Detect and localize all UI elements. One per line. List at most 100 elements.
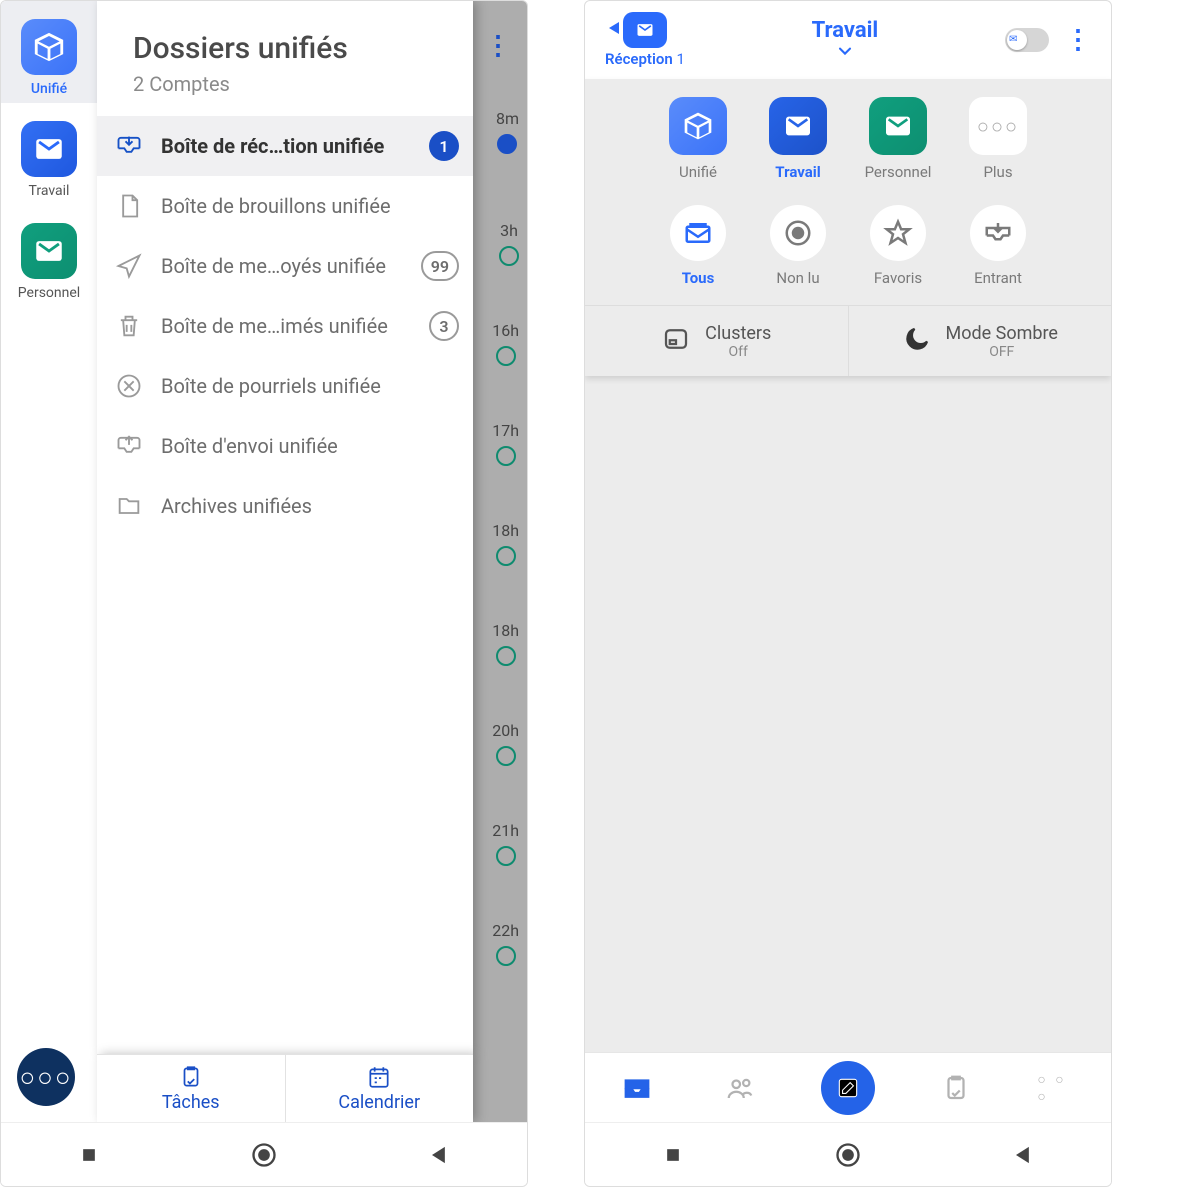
overflow-icon[interactable]: ⋮ <box>485 31 511 61</box>
account-label: Personnel <box>18 285 80 301</box>
drawer: Dossiers unifiés 2 Comptes Boîte de réc…… <box>97 1 473 1054</box>
folder-badge: 3 <box>429 311 459 341</box>
android-nav <box>1 1122 527 1186</box>
drawer-bottom-tabs: Tâches Calendrier <box>97 1054 473 1122</box>
filter-label: Tous <box>659 269 737 287</box>
folder-outbox[interactable]: Boîte d'envoi unifiée <box>97 416 473 476</box>
filter-unread[interactable]: Non lu <box>759 205 837 287</box>
folder-label: Boîte de brouillons unifiée <box>161 194 459 218</box>
folder-spam[interactable]: Boîte de pourriels unifiée <box>97 356 473 416</box>
nav-tasks[interactable] <box>934 1066 978 1110</box>
tasks-tab[interactable]: Tâches <box>97 1055 286 1122</box>
folder-label: Boîte de pourriels unifiée <box>161 374 459 398</box>
moon-icon <box>902 324 932 358</box>
account-tile-plus[interactable]: ○○○ Plus <box>959 97 1037 181</box>
nav-more[interactable]: ○ ○ ○ <box>1037 1066 1081 1110</box>
envelope-icon: ✉ <box>1009 34 1017 45</box>
filter-all[interactable]: Tous <box>659 205 737 287</box>
account-tile-unified[interactable]: Unifié <box>659 97 737 181</box>
folder-badge: 1 <box>429 131 459 161</box>
outbox-icon <box>115 432 143 460</box>
tile-label: Personnel <box>859 163 937 181</box>
filter-label: Non lu <box>759 269 837 287</box>
account-panel: Unifié Travail Personnel ○○○ Plus Tous <box>585 79 1111 376</box>
folder-sent[interactable]: Boîte de me…oyés unifiée 99 <box>97 236 473 296</box>
account-personnel[interactable]: Personnel <box>1 205 97 307</box>
account-tile-travail[interactable]: Travail <box>759 97 837 181</box>
page-title: Travail <box>697 18 993 43</box>
account-travail[interactable]: Travail <box>1 103 97 205</box>
unified-box-icon <box>21 19 77 75</box>
tasks-label: Tâches <box>162 1092 220 1113</box>
trash-icon <box>115 312 143 340</box>
clusters-icon <box>661 324 691 358</box>
filter-label: Entrant <box>959 269 1037 287</box>
filter-favorites[interactable]: Favoris <box>859 205 937 287</box>
notification-toggle[interactable]: ✉ <box>1005 28 1049 52</box>
inbox-icon <box>115 132 143 160</box>
brand-button[interactable]: Réception 1 <box>605 12 685 68</box>
clusters-toggle[interactable]: Clusters Off <box>585 306 849 376</box>
toggle-title: Clusters <box>705 323 771 344</box>
unread-icon <box>770 205 826 261</box>
account-strip: Unifié Travail Personnel <box>1 1 97 1186</box>
chevron-down-icon <box>835 46 855 58</box>
top-bar: Réception 1 Travail ✉ ⋮ <box>585 1 1111 79</box>
nav-back[interactable] <box>425 1141 453 1169</box>
fab-more-button[interactable]: ○○○ <box>17 1048 75 1106</box>
drawer-title: Dossiers unifiés <box>133 31 445 66</box>
left-screenshot: Unifié Travail Personnel Dossiers unifié… <box>0 0 528 1187</box>
folder-label: Boîte d'envoi unifiée <box>161 434 459 458</box>
nav-contacts[interactable] <box>718 1066 762 1110</box>
toggle-state: Off <box>705 344 771 360</box>
nav-home[interactable] <box>250 1141 278 1169</box>
brand-icon <box>623 12 667 48</box>
overflow-icon[interactable]: ⋮ <box>1065 25 1091 55</box>
dimmed-background[interactable]: ⋮ 8m 3h 16h 17h 18h 18h 20h 21h 22h <box>473 1 528 1122</box>
folder-icon <box>115 492 143 520</box>
account-label: Travail <box>29 183 70 199</box>
all-mail-icon <box>670 205 726 261</box>
toggle-title: Mode Sombre <box>946 323 1058 344</box>
nav-recent[interactable] <box>75 1141 103 1169</box>
m-icon <box>21 121 77 177</box>
nav-back[interactable] <box>1009 1141 1037 1169</box>
m-icon <box>21 223 77 279</box>
compose-button[interactable] <box>821 1061 875 1115</box>
nav-home[interactable] <box>834 1141 862 1169</box>
account-tile-personnel[interactable]: Personnel <box>859 97 937 181</box>
calendar-label: Calendrier <box>338 1092 420 1113</box>
android-nav <box>585 1122 1111 1186</box>
dark-mode-toggle[interactable]: Mode Sombre OFF <box>849 306 1112 376</box>
filter-label: Favoris <box>859 269 937 287</box>
account-unified[interactable]: Unifié <box>1 1 97 103</box>
folder-label: Boîte de réc…tion unifiée <box>161 134 411 158</box>
bottom-nav: ○ ○ ○ <box>585 1052 1111 1122</box>
folder-inbox[interactable]: Boîte de réc…tion unifiée 1 <box>97 116 473 176</box>
folder-badge: 99 <box>421 251 459 281</box>
folder-trash[interactable]: Boîte de me…imés unifiée 3 <box>97 296 473 356</box>
spam-icon <box>115 372 143 400</box>
m-icon <box>769 97 827 155</box>
calendar-tab[interactable]: Calendrier <box>286 1055 474 1122</box>
incoming-icon <box>970 205 1026 261</box>
account-label: Unifié <box>31 81 67 97</box>
m-icon <box>869 97 927 155</box>
more-icon: ○○○ <box>969 97 1027 155</box>
content-area <box>585 376 1111 1052</box>
drawer-subtitle: 2 Comptes <box>133 72 445 96</box>
nav-inbox[interactable] <box>615 1066 659 1110</box>
unified-box-icon <box>669 97 727 155</box>
nav-recent[interactable] <box>659 1141 687 1169</box>
star-icon <box>870 205 926 261</box>
tile-label: Unifié <box>659 163 737 181</box>
title-dropdown[interactable]: Travail <box>697 18 993 62</box>
folder-label: Boîte de me…imés unifiée <box>161 314 411 338</box>
filter-incoming[interactable]: Entrant <box>959 205 1037 287</box>
draft-icon <box>115 192 143 220</box>
sent-icon <box>115 252 143 280</box>
folder-archives[interactable]: Archives unifiées <box>97 476 473 536</box>
folder-drafts[interactable]: Boîte de brouillons unifiée <box>97 176 473 236</box>
folder-label: Archives unifiées <box>161 494 459 518</box>
brand-label: Réception 1 <box>605 50 685 68</box>
